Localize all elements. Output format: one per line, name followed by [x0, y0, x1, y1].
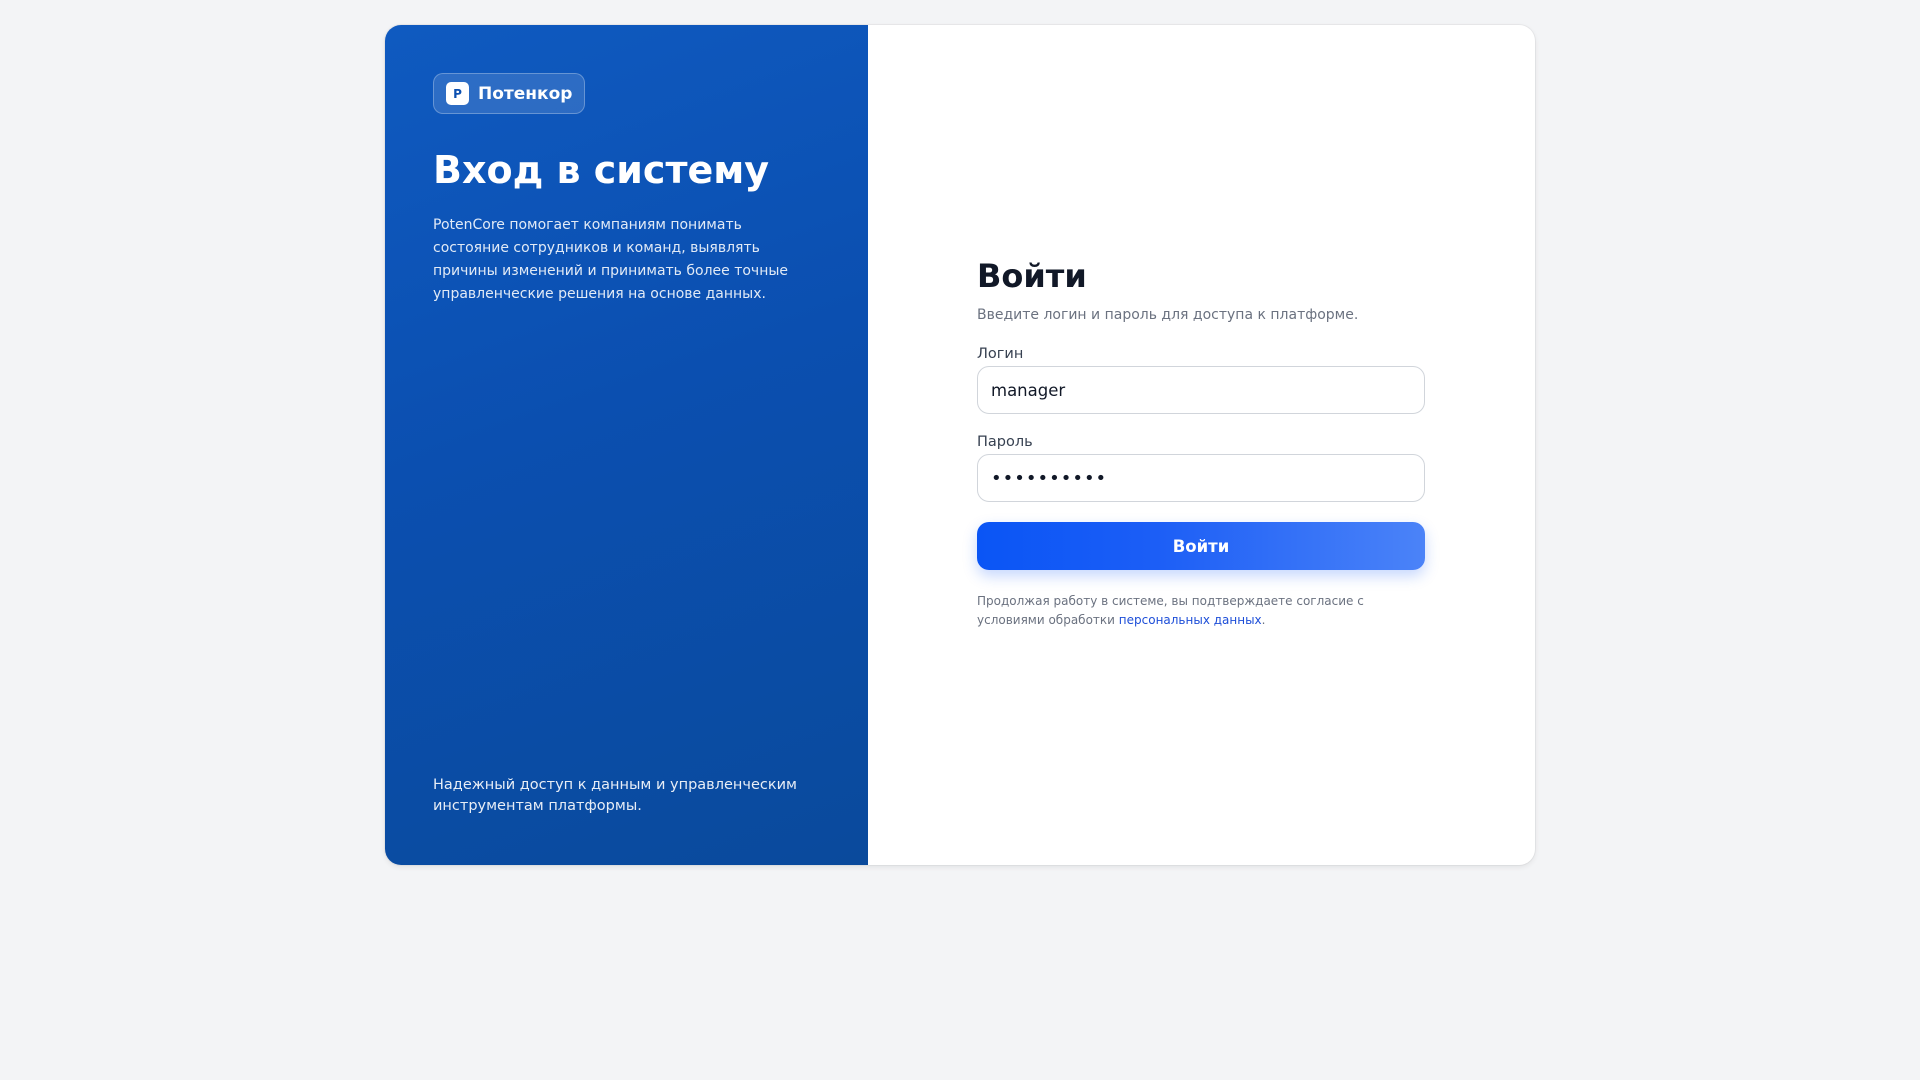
brand-name: Потенкор — [478, 83, 573, 104]
form-title: Войти — [977, 257, 1087, 295]
panel-title: Вход в систему — [433, 148, 770, 192]
form-subtitle: Введите логин и пароль для доступа к пла… — [977, 307, 1359, 324]
login-button[interactable]: Войти — [977, 522, 1425, 571]
consent-text: Продолжая работу в системе, вы подтвержд… — [977, 592, 1397, 630]
brand-logo-icon: P — [446, 82, 469, 105]
login-input[interactable] — [977, 366, 1425, 415]
brand-panel: P Потенкор Вход в систему PotenCore помо… — [385, 25, 868, 865]
password-input[interactable] — [977, 454, 1425, 503]
consent-suffix: . — [1261, 613, 1266, 628]
brand-badge: P Потенкор — [433, 73, 586, 114]
login-form: Войти Введите логин и пароль для доступа… — [977, 257, 1425, 630]
login-card: P Потенкор Вход в систему PotenCore помо… — [385, 25, 1535, 865]
panel-footer: Надежный доступ к данным и управленчески… — [433, 777, 797, 814]
panel-description: PotenCore помогает компаниям понимать со… — [433, 216, 789, 302]
password-label: Пароль — [977, 434, 1033, 451]
form-panel: Войти Введите логин и пароль для доступа… — [868, 25, 1535, 865]
personal-data-link[interactable]: персональных данных — [1119, 613, 1262, 627]
login-label: Логин — [977, 346, 1024, 363]
